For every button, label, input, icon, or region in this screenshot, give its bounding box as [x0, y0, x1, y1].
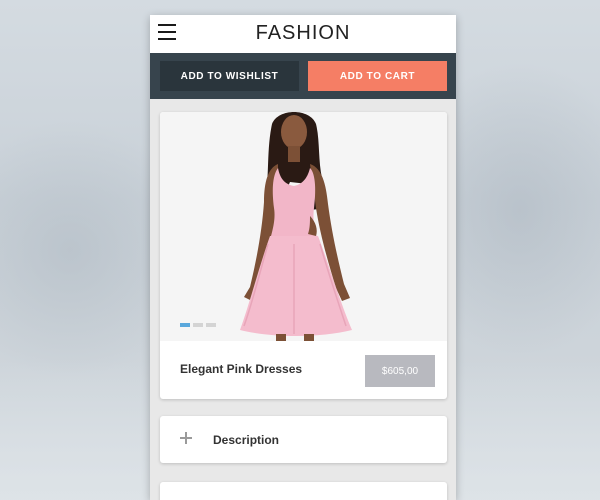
top-bar: FASHION	[150, 15, 456, 53]
price-badge: $605,00	[365, 355, 435, 387]
phone-screen: FASHION ADD TO WISHLIST ADD TO CART Eleg…	[150, 15, 456, 500]
carousel-dot[interactable]	[193, 323, 203, 327]
product-image[interactable]	[160, 112, 447, 341]
product-name: Elegant Pink Dresses	[180, 362, 303, 376]
carousel-dot[interactable]	[206, 323, 216, 327]
product-photo	[160, 112, 447, 341]
app-title: FASHION	[255, 22, 351, 44]
plus-icon	[180, 432, 192, 444]
carousel-indicator	[180, 323, 216, 327]
accordion-next-item[interactable]	[160, 482, 447, 500]
action-bar: ADD TO WISHLIST ADD TO CART	[150, 53, 456, 99]
accordion-description[interactable]: Description	[160, 416, 447, 463]
add-to-wishlist-button[interactable]: ADD TO WISHLIST	[160, 61, 299, 91]
add-to-cart-button[interactable]: ADD TO CART	[308, 61, 447, 91]
product-card: Elegant Pink Dresses $605,00	[160, 112, 447, 399]
carousel-dot-active[interactable]	[180, 323, 190, 327]
accordion-label: Description	[213, 433, 280, 447]
